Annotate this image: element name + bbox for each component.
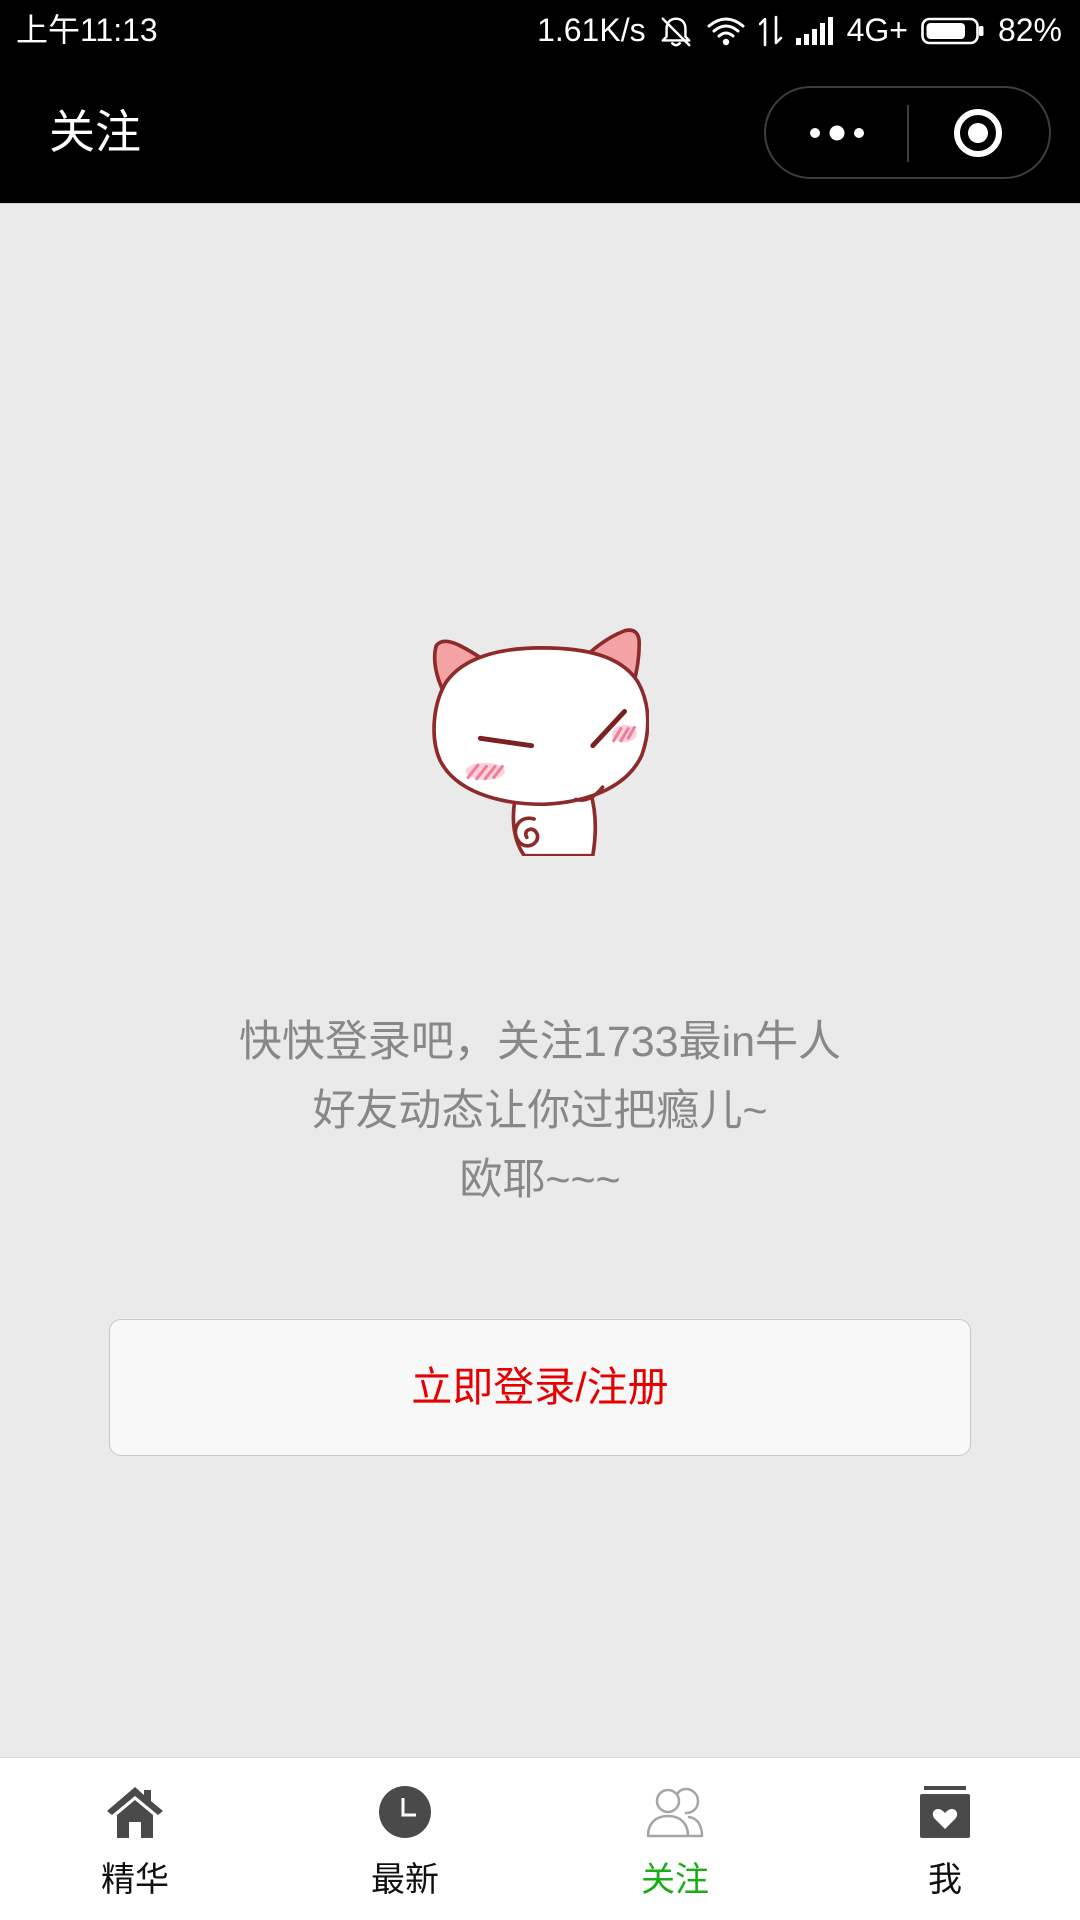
message-line: 好友动态让你过把瘾儿~ (312, 1087, 768, 1135)
tab-me[interactable]: 我 (810, 1758, 1080, 1920)
more-dots-icon (809, 125, 864, 140)
capsule-menu (764, 86, 1051, 179)
tab-label: 最新 (371, 1861, 439, 1899)
network-speed: 1.61K/s (537, 12, 646, 48)
people-icon (646, 1787, 704, 1838)
nav-header: 关注 (0, 61, 1080, 203)
login-button-label: 立即登录/注册 (411, 1364, 669, 1410)
data-arrows-icon (758, 15, 782, 46)
tab-label: 精华 (101, 1861, 169, 1899)
network-type: 4G+ (846, 12, 908, 48)
tab-following[interactable]: 关注 (540, 1758, 810, 1920)
wifi-icon (707, 17, 745, 45)
battery-percent: 82% (997, 12, 1062, 48)
message-line: 快快登录吧，关注1733最in牛人 (238, 1018, 842, 1066)
status-indicators: 1.61K/s 4G+ 82% (537, 0, 1062, 61)
page: 上午11:13 1.61K/s 4G+ 82% 关注 快快登录吧，关注1733最… (0, 0, 1080, 1920)
battery-icon (921, 17, 984, 44)
home-icon (107, 1787, 163, 1838)
status-time: 上午11:13 (16, 12, 158, 48)
page-title: 关注 (49, 106, 141, 158)
battery-fill (926, 22, 965, 39)
signal-icon (795, 16, 833, 45)
message-line: 欧耶~~~ (459, 1156, 621, 1204)
login-register-button[interactable]: 立即登录/注册 (109, 1319, 971, 1456)
tab-latest[interactable]: 最新 (270, 1758, 540, 1920)
content-area: 快快登录吧，关注1733最in牛人 好友动态让你过把瘾儿~ 欧耶~~~ 立即登录… (0, 203, 1080, 1757)
tab-featured[interactable]: 精华 (0, 1758, 270, 1920)
heart-box-icon (920, 1786, 970, 1838)
bottom-tab-bar: 精华 最新 关注 我 (0, 1757, 1080, 1920)
target-circle-icon (954, 108, 1003, 157)
capsule-divider (907, 105, 909, 162)
more-button[interactable] (766, 88, 908, 177)
tab-label: 我 (928, 1861, 962, 1899)
clock-icon (379, 1786, 431, 1838)
close-miniprogram-button[interactable] (908, 88, 1050, 177)
login-prompt-message: 快快登录吧，关注1733最in牛人 好友动态让你过把瘾儿~ 欧耶~~~ (0, 1008, 1080, 1215)
cat-illustration (432, 628, 649, 856)
status-bar: 上午11:13 1.61K/s 4G+ 82% (0, 0, 1080, 61)
tab-label: 关注 (641, 1861, 709, 1899)
mute-bell-icon (661, 16, 691, 46)
